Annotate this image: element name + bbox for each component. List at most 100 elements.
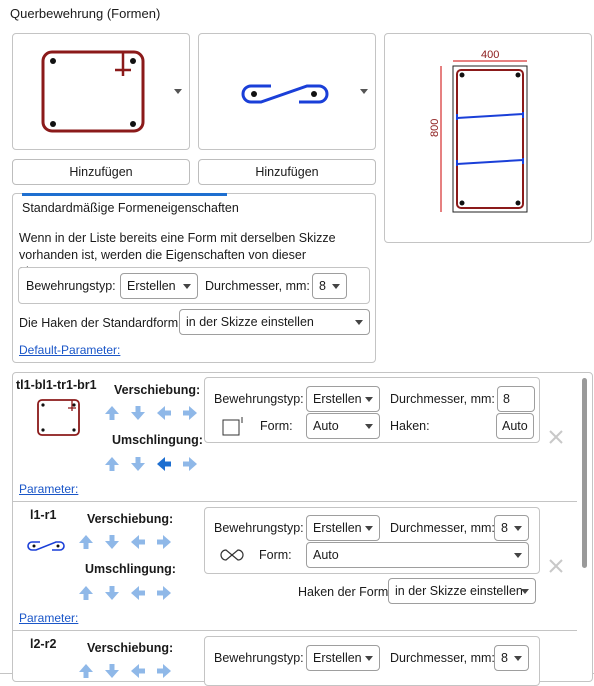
- rebar-type-value: Erstellen: [313, 521, 362, 535]
- shape-tile-link[interactable]: [198, 33, 376, 150]
- wrap-down-arrow[interactable]: [130, 456, 146, 472]
- shape-dropdown-icon[interactable]: [360, 89, 368, 94]
- shape-hooks-select[interactable]: in der Skizze einstellen: [388, 578, 536, 604]
- diameter-value: 8: [501, 521, 508, 535]
- link-stirrup-icon: [241, 84, 329, 104]
- add-link-shape-button[interactable]: Hinzufügen: [198, 159, 376, 185]
- chevron-down-icon: [514, 526, 522, 531]
- chevron-down-icon: [365, 656, 373, 661]
- shape-item-name: l1-r1: [30, 508, 57, 522]
- tab-indicator: [22, 193, 227, 196]
- preview-width-label: 400: [481, 49, 500, 61]
- shift-up-arrow[interactable]: [104, 405, 120, 421]
- chevron-down-icon: [514, 553, 522, 558]
- link-shape-thumbnail-icon: [27, 541, 65, 551]
- shape-parameters-link[interactable]: Parameter:: [19, 482, 78, 496]
- shape-parameters-link[interactable]: Parameter:: [19, 611, 78, 625]
- diameter-select[interactable]: 8: [494, 645, 529, 671]
- diameter-select[interactable]: 8: [312, 273, 347, 299]
- wrap-up-arrow[interactable]: [78, 585, 94, 601]
- chevron-down-icon: [521, 589, 529, 594]
- wrap-up-arrow[interactable]: [104, 456, 120, 472]
- rebar-type-select[interactable]: Erstellen: [306, 386, 380, 412]
- item-separator: [12, 630, 577, 631]
- rebar-type-label: Bewehrungstyp:: [214, 521, 304, 535]
- default-hooks-select[interactable]: in der Skizze einstellen: [179, 309, 370, 335]
- shift-left-arrow[interactable]: [156, 405, 172, 421]
- diameter-input[interactable]: 8: [497, 386, 535, 412]
- diameter-select[interactable]: 8: [494, 515, 529, 541]
- rebar-type-select[interactable]: Erstellen: [120, 273, 198, 299]
- default-hooks-value: in der Skizze einstellen: [186, 315, 314, 329]
- diameter-label: Durchmesser, mm:: [390, 521, 495, 535]
- shift-left-arrow[interactable]: [130, 663, 146, 679]
- rebar-type-label: Bewehrungstyp:: [214, 392, 304, 406]
- shape-hooks-value: in der Skizze einstellen: [395, 584, 523, 598]
- delete-shape-icon[interactable]: [548, 429, 564, 445]
- form-value: Auto: [313, 419, 339, 433]
- form-value: Auto: [313, 548, 339, 562]
- diameter-label: Durchmesser, mm:: [205, 279, 310, 293]
- wrap-label: Umschlingung:: [112, 433, 203, 447]
- chevron-down-icon: [365, 526, 373, 531]
- form-select[interactable]: Auto: [306, 413, 380, 439]
- shift-down-arrow[interactable]: [104, 663, 120, 679]
- shift-left-arrow[interactable]: [130, 534, 146, 550]
- shift-right-arrow[interactable]: [182, 405, 198, 421]
- chevron-down-icon: [332, 284, 340, 289]
- default-hooks-label: Die Haken der Standardform:: [19, 316, 182, 330]
- shift-label: Verschiebung:: [87, 512, 174, 526]
- wrap-right-arrow[interactable]: [156, 585, 172, 601]
- shift-label: Verschiebung:: [87, 641, 174, 655]
- default-parameters-link[interactable]: Default-Parameter:: [19, 343, 120, 357]
- shape-dropdown-icon[interactable]: [174, 89, 182, 94]
- shift-down-arrow[interactable]: [130, 405, 146, 421]
- wrap-left-arrow[interactable]: [156, 456, 172, 472]
- rect-stirrup-icon: [41, 50, 145, 133]
- shape-item-name: tl1-bl1-tr1-br1: [16, 378, 97, 392]
- form-label: Form:: [260, 419, 293, 433]
- wrap-right-arrow[interactable]: [182, 456, 198, 472]
- rebar-type-value: Erstellen: [127, 279, 176, 293]
- section-preview: 400 800: [384, 33, 592, 243]
- shift-right-arrow[interactable]: [156, 534, 172, 550]
- shift-up-arrow[interactable]: [78, 663, 94, 679]
- rebar-type-label: Bewehrungstyp:: [26, 279, 116, 293]
- rebar-type-value: Erstellen: [313, 651, 362, 665]
- item-separator: [12, 501, 577, 502]
- hooks-input[interactable]: Auto: [496, 413, 534, 439]
- wrap-left-arrow[interactable]: [130, 585, 146, 601]
- chevron-down-icon: [355, 320, 363, 325]
- corner-hook-icon: [222, 417, 243, 436]
- tab-default-properties[interactable]: Standardmäßige Formeneigenschaften: [22, 201, 239, 215]
- shift-down-arrow[interactable]: [104, 534, 120, 550]
- diameter-value: 8: [319, 279, 326, 293]
- rect-shape-thumbnail-icon: [37, 399, 80, 436]
- panel-title: Querbewehrung (Formen): [10, 6, 161, 21]
- rebar-type-select[interactable]: Erstellen: [306, 515, 380, 541]
- shift-right-arrow[interactable]: [156, 663, 172, 679]
- delete-shape-icon[interactable]: [548, 558, 564, 574]
- diameter-label: Durchmesser, mm:: [390, 651, 495, 665]
- preview-height-label: 800: [429, 118, 441, 137]
- chevron-down-icon: [183, 284, 191, 289]
- add-rect-shape-button[interactable]: Hinzufügen: [12, 159, 190, 185]
- form-select[interactable]: Auto: [306, 542, 529, 568]
- form-label: Form:: [259, 548, 292, 562]
- diameter-value: 8: [501, 651, 508, 665]
- section-preview-drawing: [440, 60, 528, 213]
- shift-label: Verschiebung:: [114, 383, 201, 397]
- shape-hooks-label: Haken der Form:: [298, 585, 392, 599]
- scrollbar-thumb[interactable]: [582, 378, 587, 568]
- wrap-down-arrow[interactable]: [104, 585, 120, 601]
- chevron-down-icon: [514, 656, 522, 661]
- rebar-type-value: Erstellen: [313, 392, 362, 406]
- hooks-label: Haken:: [390, 419, 430, 433]
- shift-up-arrow[interactable]: [78, 534, 94, 550]
- rebar-type-label: Bewehrungstyp:: [214, 651, 304, 665]
- shape-item-name: l2-r2: [30, 637, 57, 651]
- wrap-label: Umschlingung:: [85, 562, 176, 576]
- chevron-down-icon: [365, 424, 373, 429]
- rebar-type-select[interactable]: Erstellen: [306, 645, 380, 671]
- shape-tile-rectangular[interactable]: [12, 33, 190, 150]
